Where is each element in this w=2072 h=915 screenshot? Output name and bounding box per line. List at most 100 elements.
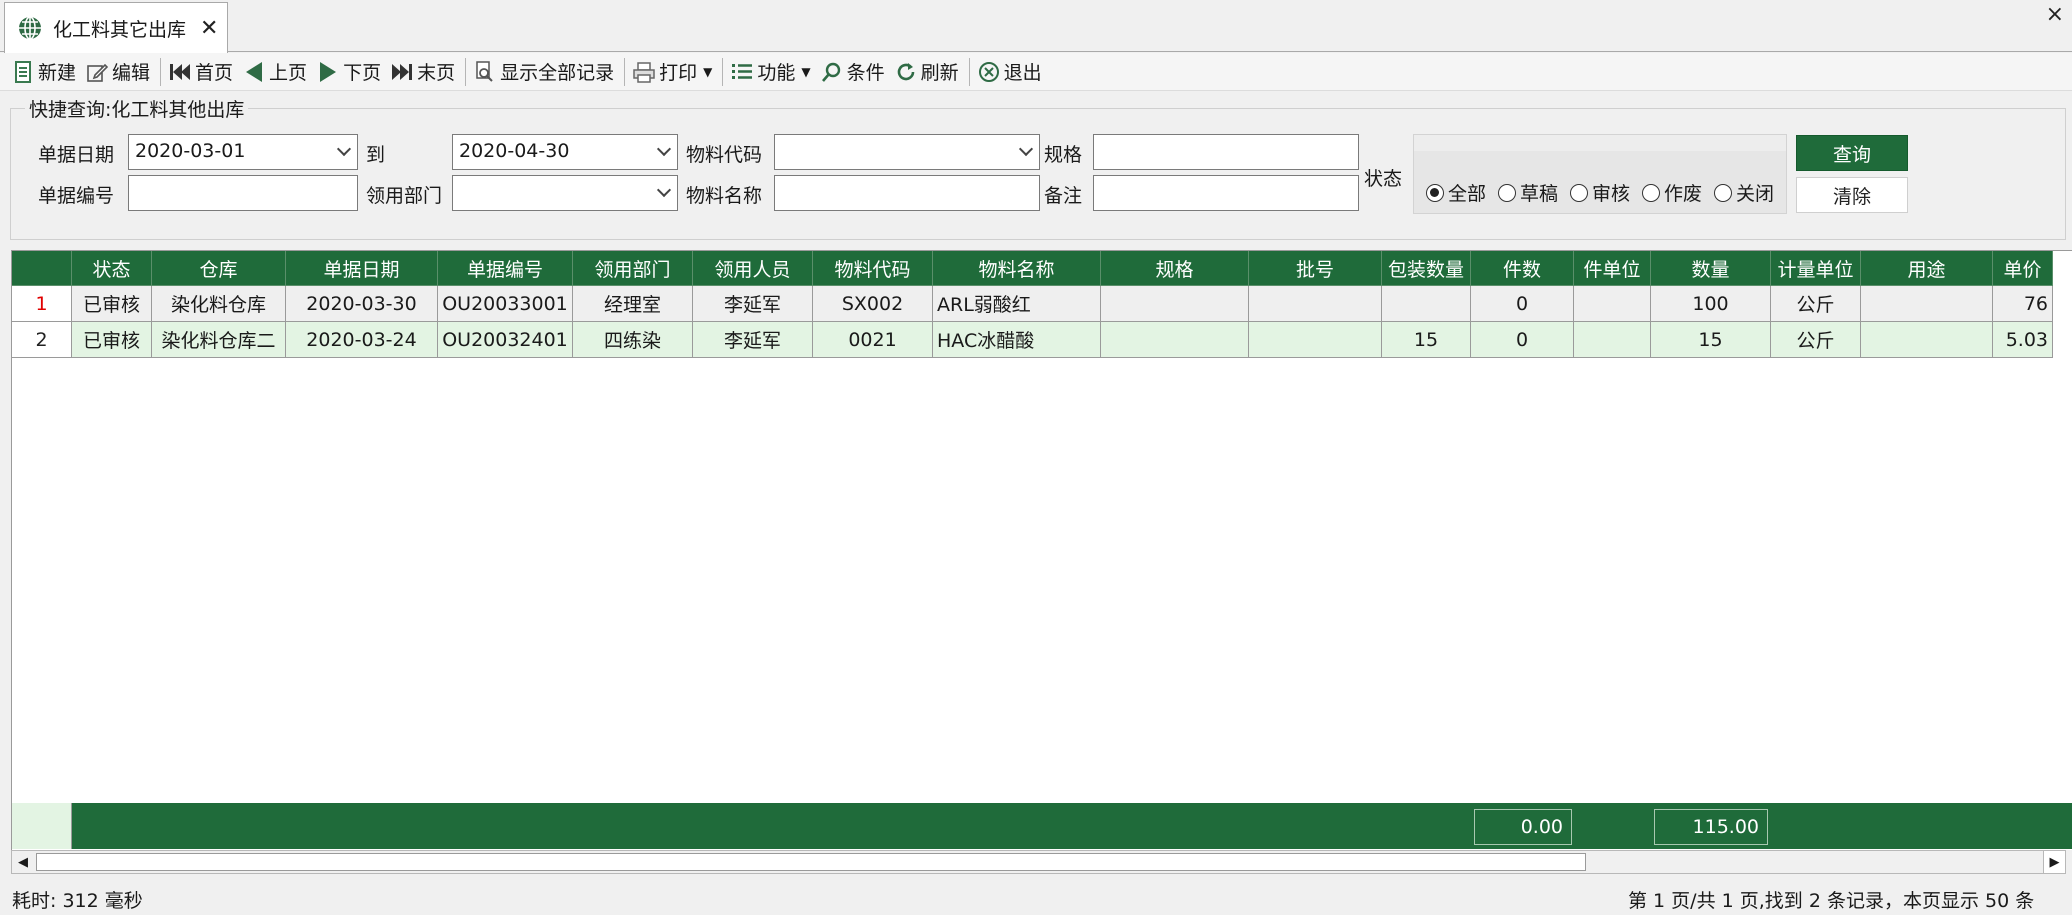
cell-doc-no[interactable]: OU20033001 <box>438 286 573 322</box>
cell-pieces[interactable]: 0 <box>1471 286 1574 322</box>
cell-status[interactable]: 已审核 <box>72 286 152 322</box>
prev-page-button[interactable]: 上页 <box>239 55 313 89</box>
cell-status[interactable]: 已审核 <box>72 322 152 358</box>
cell-usage[interactable] <box>1861 286 1993 322</box>
status-radio-closed[interactable]: 关闭 <box>1714 179 1774 206</box>
status-radio-approved[interactable]: 审核 <box>1570 179 1630 206</box>
cell-price[interactable]: 5.03 <box>1993 322 2053 358</box>
material-name-input[interactable] <box>774 175 1040 211</box>
remark-label: 备注 <box>1044 185 1083 207</box>
function-button[interactable]: 功能 ▼ <box>727 55 816 89</box>
tab-chemical-other-outbound[interactable]: 化工料其它出库 ✕ <box>4 2 228 53</box>
printer-icon <box>633 61 655 83</box>
cell-spec[interactable] <box>1101 286 1249 322</box>
cell-piece-unit[interactable] <box>1574 286 1651 322</box>
material-code-select[interactable] <box>774 134 1040 170</box>
column-header[interactable]: 单据日期 <box>286 251 438 286</box>
column-header[interactable]: 件数 <box>1471 251 1574 286</box>
scroll-right-icon[interactable]: ▶ <box>2043 851 2065 873</box>
column-header[interactable]: 规格 <box>1101 251 1249 286</box>
status-radio-all[interactable]: 全部 <box>1426 179 1486 206</box>
cell-unit[interactable]: 公斤 <box>1771 322 1861 358</box>
cell-dept[interactable]: 经理室 <box>573 286 693 322</box>
window-close-icon[interactable]: × <box>2046 2 2064 27</box>
toolbar: 新建 编辑 首页 上页 下页 末页 显示全部记录 打印 ▼ 功能 ▼ 条件 刷新… <box>0 53 2072 91</box>
status-radio-void[interactable]: 作废 <box>1642 179 1702 206</box>
column-header[interactable]: 仓库 <box>152 251 286 286</box>
edit-button[interactable]: 编辑 <box>82 55 156 89</box>
spec-input[interactable] <box>1093 134 1359 170</box>
chevron-down-icon <box>1018 141 1034 157</box>
horizontal-scrollbar[interactable]: ◀ ▶ <box>11 850 2066 874</box>
cell-piece-unit[interactable] <box>1574 322 1651 358</box>
first-page-button[interactable]: 首页 <box>165 55 239 89</box>
tab-close-icon[interactable]: ✕ <box>200 16 218 41</box>
doc-no-input[interactable] <box>128 175 358 211</box>
column-header[interactable]: 领用人员 <box>693 251 813 286</box>
next-page-button[interactable]: 下页 <box>313 55 387 89</box>
table-row[interactable]: 1 已审核 染化料仓库 2020-03-30 OU20033001 经理室 李延… <box>12 286 2053 322</box>
exit-button[interactable]: 退出 <box>974 55 1048 89</box>
cell-material-name[interactable]: ARL弱酸红 <box>933 286 1101 322</box>
cell-warehouse[interactable]: 染化料仓库 <box>152 286 286 322</box>
cell-qty[interactable]: 15 <box>1651 322 1771 358</box>
cell-material-code[interactable]: 0021 <box>813 322 933 358</box>
cell-date[interactable]: 2020-03-24 <box>286 322 438 358</box>
cell-material-name[interactable]: HAC冰醋酸 <box>933 322 1101 358</box>
column-header[interactable]: 件单位 <box>1574 251 1651 286</box>
cell-pack-qty[interactable] <box>1382 286 1471 322</box>
cell-pack-qty[interactable]: 15 <box>1382 322 1471 358</box>
condition-button[interactable]: 条件 <box>817 55 891 89</box>
dept-select[interactable] <box>452 175 678 211</box>
column-header[interactable]: 单价 <box>1993 251 2053 286</box>
row-number[interactable]: 1 <box>12 286 72 322</box>
cell-qty[interactable]: 100 <box>1651 286 1771 322</box>
column-header[interactable]: 领用部门 <box>573 251 693 286</box>
date-from-picker[interactable]: 2020-03-01 <box>128 134 358 170</box>
scroll-left-icon[interactable]: ◀ <box>12 851 34 873</box>
print-button[interactable]: 打印 ▼ <box>629 55 718 89</box>
cell-price[interactable]: 76 <box>1993 286 2053 322</box>
column-header[interactable]: 数量 <box>1651 251 1771 286</box>
column-header[interactable]: 状态 <box>72 251 152 286</box>
new-button[interactable]: 新建 <box>8 55 82 89</box>
column-header[interactable]: 单据编号 <box>438 251 573 286</box>
date-to-value: 2020-04-30 <box>459 140 570 162</box>
cell-dept[interactable]: 四练染 <box>573 322 693 358</box>
globe-icon <box>17 15 43 41</box>
cell-spec[interactable] <box>1101 322 1249 358</box>
table-row[interactable]: 2 已审核 染化料仓库二 2020-03-24 OU20032401 四练染 李… <box>12 322 2053 358</box>
column-header[interactable]: 用途 <box>1861 251 1993 286</box>
status-radio-draft[interactable]: 草稿 <box>1498 179 1558 206</box>
row-number[interactable]: 2 <box>12 322 72 358</box>
column-header[interactable]: 批号 <box>1249 251 1382 286</box>
cell-material-code[interactable]: SX002 <box>813 286 933 322</box>
cell-unit[interactable]: 公斤 <box>1771 286 1861 322</box>
cell-batch[interactable] <box>1249 286 1382 322</box>
cell-person[interactable]: 李延军 <box>693 322 813 358</box>
cell-doc-no[interactable]: OU20032401 <box>438 322 573 358</box>
column-header[interactable]: 物料代码 <box>813 251 933 286</box>
query-button[interactable]: 查询 <box>1796 135 1908 171</box>
column-header[interactable]: 计量单位 <box>1771 251 1861 286</box>
clear-button[interactable]: 清除 <box>1796 177 1908 213</box>
tab-strip: 化工料其它出库 ✕ × <box>0 0 2072 53</box>
show-all-records-button[interactable]: 显示全部记录 <box>470 55 620 89</box>
cell-date[interactable]: 2020-03-30 <box>286 286 438 322</box>
cell-person[interactable]: 李延军 <box>693 286 813 322</box>
cell-pieces[interactable]: 0 <box>1471 322 1574 358</box>
last-page-button[interactable]: 末页 <box>387 55 461 89</box>
cell-warehouse[interactable]: 染化料仓库二 <box>152 322 286 358</box>
edit-icon <box>86 61 109 83</box>
scrollbar-thumb[interactable] <box>36 853 1586 871</box>
material-code-label: 物料代码 <box>686 144 763 166</box>
cell-batch[interactable] <box>1249 322 1382 358</box>
pieces-total: 0.00 <box>1474 809 1572 845</box>
cell-usage[interactable] <box>1861 322 1993 358</box>
column-header[interactable]: 物料名称 <box>933 251 1101 286</box>
date-to-picker[interactable]: 2020-04-30 <box>452 134 678 170</box>
refresh-button[interactable]: 刷新 <box>891 55 965 89</box>
column-header[interactable]: 包装数量 <box>1382 251 1471 286</box>
remark-input[interactable] <box>1093 175 1359 211</box>
toolbar-separator <box>465 57 467 86</box>
